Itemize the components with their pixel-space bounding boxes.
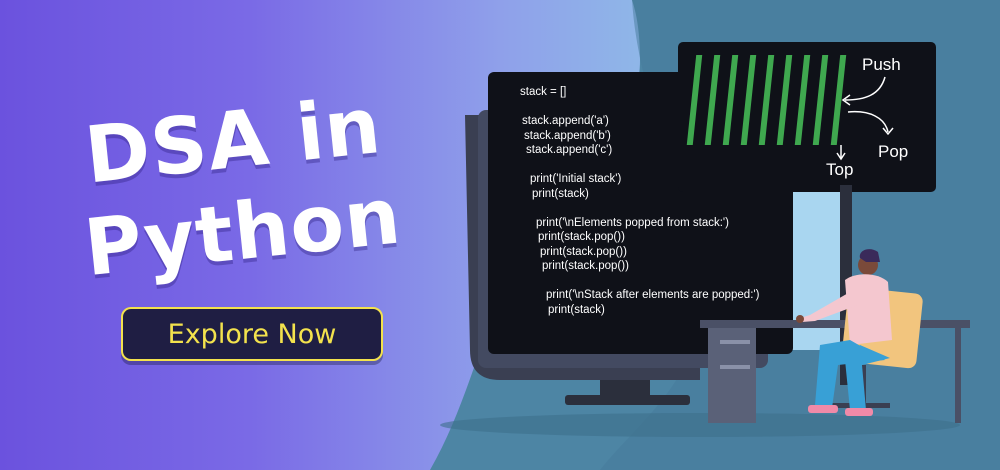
code-line: print(stack.pop()) [538,231,625,243]
code-line: print(stack) [548,303,605,316]
code-line: print('Initial stack') [530,173,622,185]
push-label: Push [862,55,901,74]
banner: DSA in Python Explore Now stack = [] sta… [0,0,1000,470]
code-line: stack.append('c') [526,144,613,156]
code-line: stack = [] [520,86,567,98]
code-line: print(stack.pop()) [540,245,627,258]
code-block: stack = [] stack.append('a') stack.append(… [520,85,759,317]
top-label: Top [826,160,854,179]
code-line: stack.append('b') [524,129,611,142]
monitor-illustration [465,42,970,423]
code-line: print('\nStack after elements are popped… [546,289,760,301]
code-line: stack.append('a') [522,115,609,127]
code-line: print('\nElements popped from stack:') [536,216,729,229]
code-line: print(stack.pop()) [542,260,629,272]
code-line: print(stack) [532,187,589,200]
pop-label: Pop [878,142,909,161]
